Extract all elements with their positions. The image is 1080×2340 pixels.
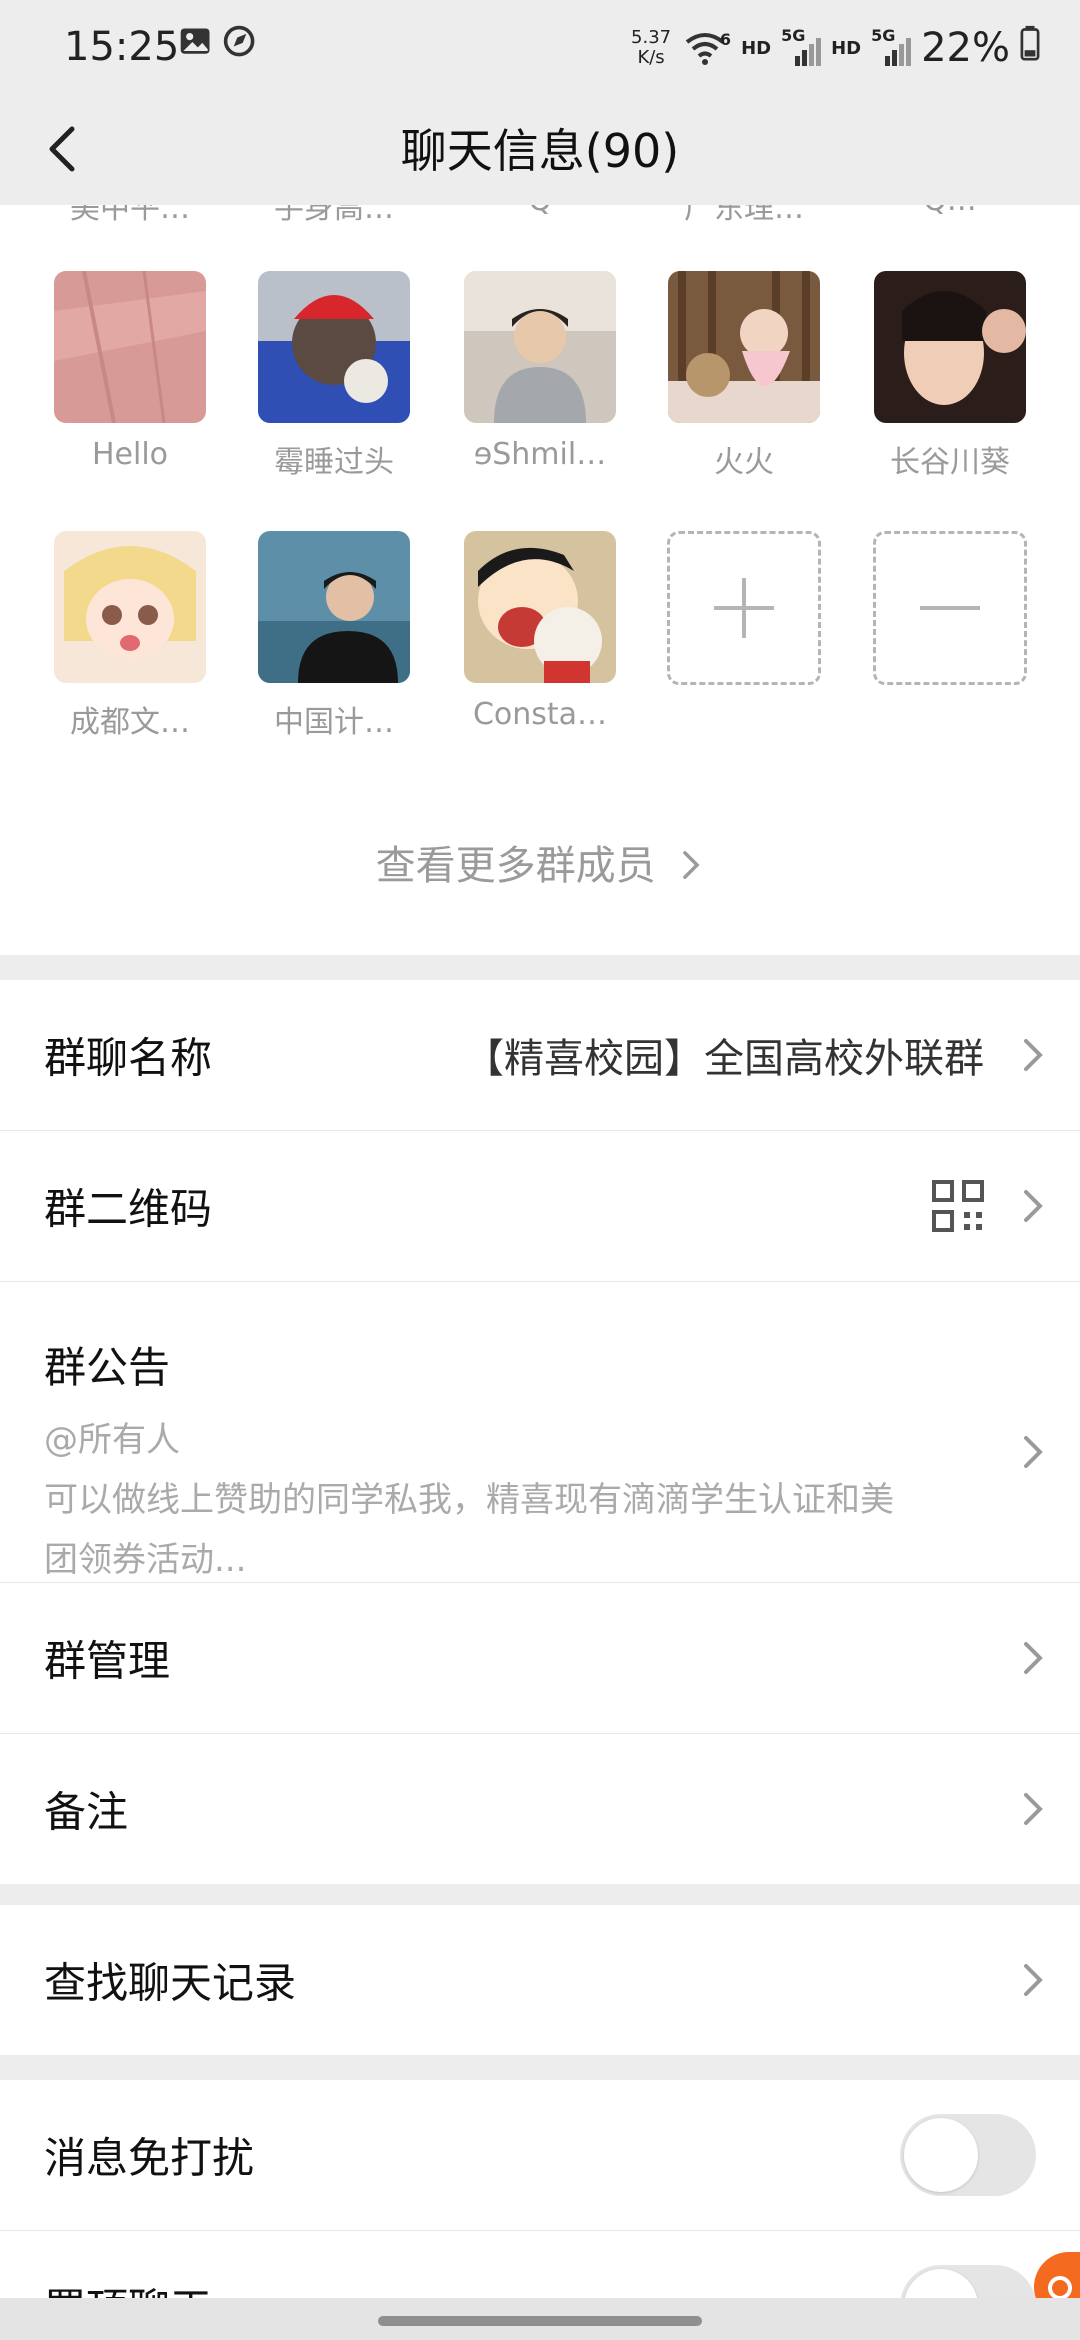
member-item[interactable]: ɘShmil… [460,271,620,472]
group-settings-card: 群聊名称 【精喜校园】全国高校外联群 群二维码 群公告 @所有人 可以做线上赞助… [0,980,1080,1884]
net-speed-unit: K/s [637,47,665,68]
status-indicators: 5.37 K/s 6 HD 5G HD 5G 22% [629,18,1040,78]
avatar-anime-girl-icon [54,531,206,683]
member-item[interactable]: 火火 [664,271,824,481]
signal-icon-2: 5G [871,26,912,68]
wifi-badge: 6 [719,30,732,49]
member-name: 霉睡过头 [274,445,394,480]
notice-text-line1: 可以做线上赞助的同学私我，精喜现有滴滴学生认证和美 [44,1480,894,1520]
status-time: 15:25 [64,24,180,70]
group-name-value: 【精喜校园】全国高校外联群 [464,1036,984,1082]
member-name: 长谷川葵 [890,445,1010,480]
view-more-members-link[interactable]: 查看更多群成员 [0,833,1080,891]
search-history-label: 查找聊天记录 [44,1958,297,2008]
nav-bar: 聊天信息(90) [0,95,1080,205]
remove-member-button[interactable] [870,531,1030,685]
member-item[interactable]: Hello [50,271,210,472]
search-history-row[interactable]: 查找聊天记录 [0,1905,1080,2055]
member-name-cut: 手身高… [274,205,394,226]
remark-label: 备注 [44,1787,129,1837]
chevron-right-icon [1024,1964,1043,1996]
mute-label: 消息免打扰 [44,2133,255,2183]
member-item[interactable]: 霉睡过头 [254,271,414,481]
signal-icon-1: 5G [781,26,822,68]
mute-row: 消息免打扰 [0,2080,1080,2231]
battery-percent: 22% [921,25,1010,71]
member-name: 火火 [714,445,774,480]
chevron-right-icon [1024,1436,1043,1468]
qr-code-icon [932,1180,984,1232]
add-member-button[interactable] [664,531,824,685]
group-notice-row[interactable]: 群公告 @所有人 可以做线上赞助的同学私我，精喜现有滴滴学生认证和美 团领券活动… [0,1282,1080,1583]
notice-mention: @所有人 [44,1420,180,1460]
member-name-cut: 广东理… [684,205,804,226]
member-item[interactable]: 长谷川葵 [870,271,1030,481]
avatar-cartoon-boy-eating-icon [464,531,616,683]
group-qr-row[interactable]: 群二维码 [0,1131,1080,1282]
plus-icon [714,578,774,638]
remark-row[interactable]: 备注 [0,1734,1080,1884]
group-qr-label: 群二维码 [44,1184,213,1234]
member-name: 成都文… [70,705,190,740]
home-indicator[interactable] [378,2316,702,2326]
status-bar: 15:25 5.37 K/s 6 HD 5G HD 5G 22% [0,0,1080,95]
member-name: Consta… [472,697,608,732]
cutoff-member-names: 美中平… 手身高… Q 广东理… Q… [0,205,1080,226]
notice-text-line2: 团领券活动... [44,1540,247,1580]
member-item[interactable]: 成都文… [50,531,210,741]
wifi-icon: 6 [683,28,731,68]
mute-toggle[interactable] [900,2114,1036,2196]
members-section: 美中平… 手身高… Q 广东理… Q… Hello 霉睡过头 ɘShmil… 火… [0,205,1080,955]
page-title: 聊天信息(90) [400,124,680,178]
net-speed-value: 5.37 [631,27,672,48]
battery-icon [1020,25,1040,71]
avatar-boy-gray-hoodie-icon [464,271,616,423]
member-name-cut: 美中平… [70,205,190,226]
gallery-icon [178,24,218,64]
chevron-right-icon [1024,1190,1043,1222]
chevron-right-icon [1024,1039,1043,1071]
group-name-label: 群聊名称 [44,1033,213,1083]
hd-badge-1: HD [741,37,772,59]
chevron-right-icon [1024,1642,1043,1674]
member-item[interactable]: Consta… [460,531,620,732]
view-more-label: 查看更多群成员 [375,843,656,889]
avatar-man-dark-jacket-icon [258,531,410,683]
chevron-right-icon [1024,1793,1043,1825]
avatar-pink-landscape-icon [54,271,206,423]
compass-icon [222,24,262,64]
avatar-girl-teddy-bear-icon [668,271,820,423]
chevron-right-icon [683,851,700,879]
avatar-red-cap-person-icon [258,271,410,423]
member-name-cut: Q… [870,205,1030,218]
minus-icon [920,606,980,610]
member-item[interactable]: 中国计… [254,531,414,741]
group-notice-label: 群公告 [44,1343,171,1392]
group-name-row[interactable]: 群聊名称 【精喜校园】全国高校外联群 [0,980,1080,1131]
member-name: 中国计… [274,705,394,740]
avatar-girl-selfie-icon [874,271,1026,423]
member-name: ɘShmil… [473,437,607,472]
member-name: Hello [91,437,169,472]
member-name-cut: Q [460,205,620,218]
group-manage-label: 群管理 [44,1636,171,1686]
group-manage-row[interactable]: 群管理 [0,1583,1080,1734]
search-history-card: 查找聊天记录 [0,1905,1080,2055]
hd-badge-2: HD [831,37,862,59]
